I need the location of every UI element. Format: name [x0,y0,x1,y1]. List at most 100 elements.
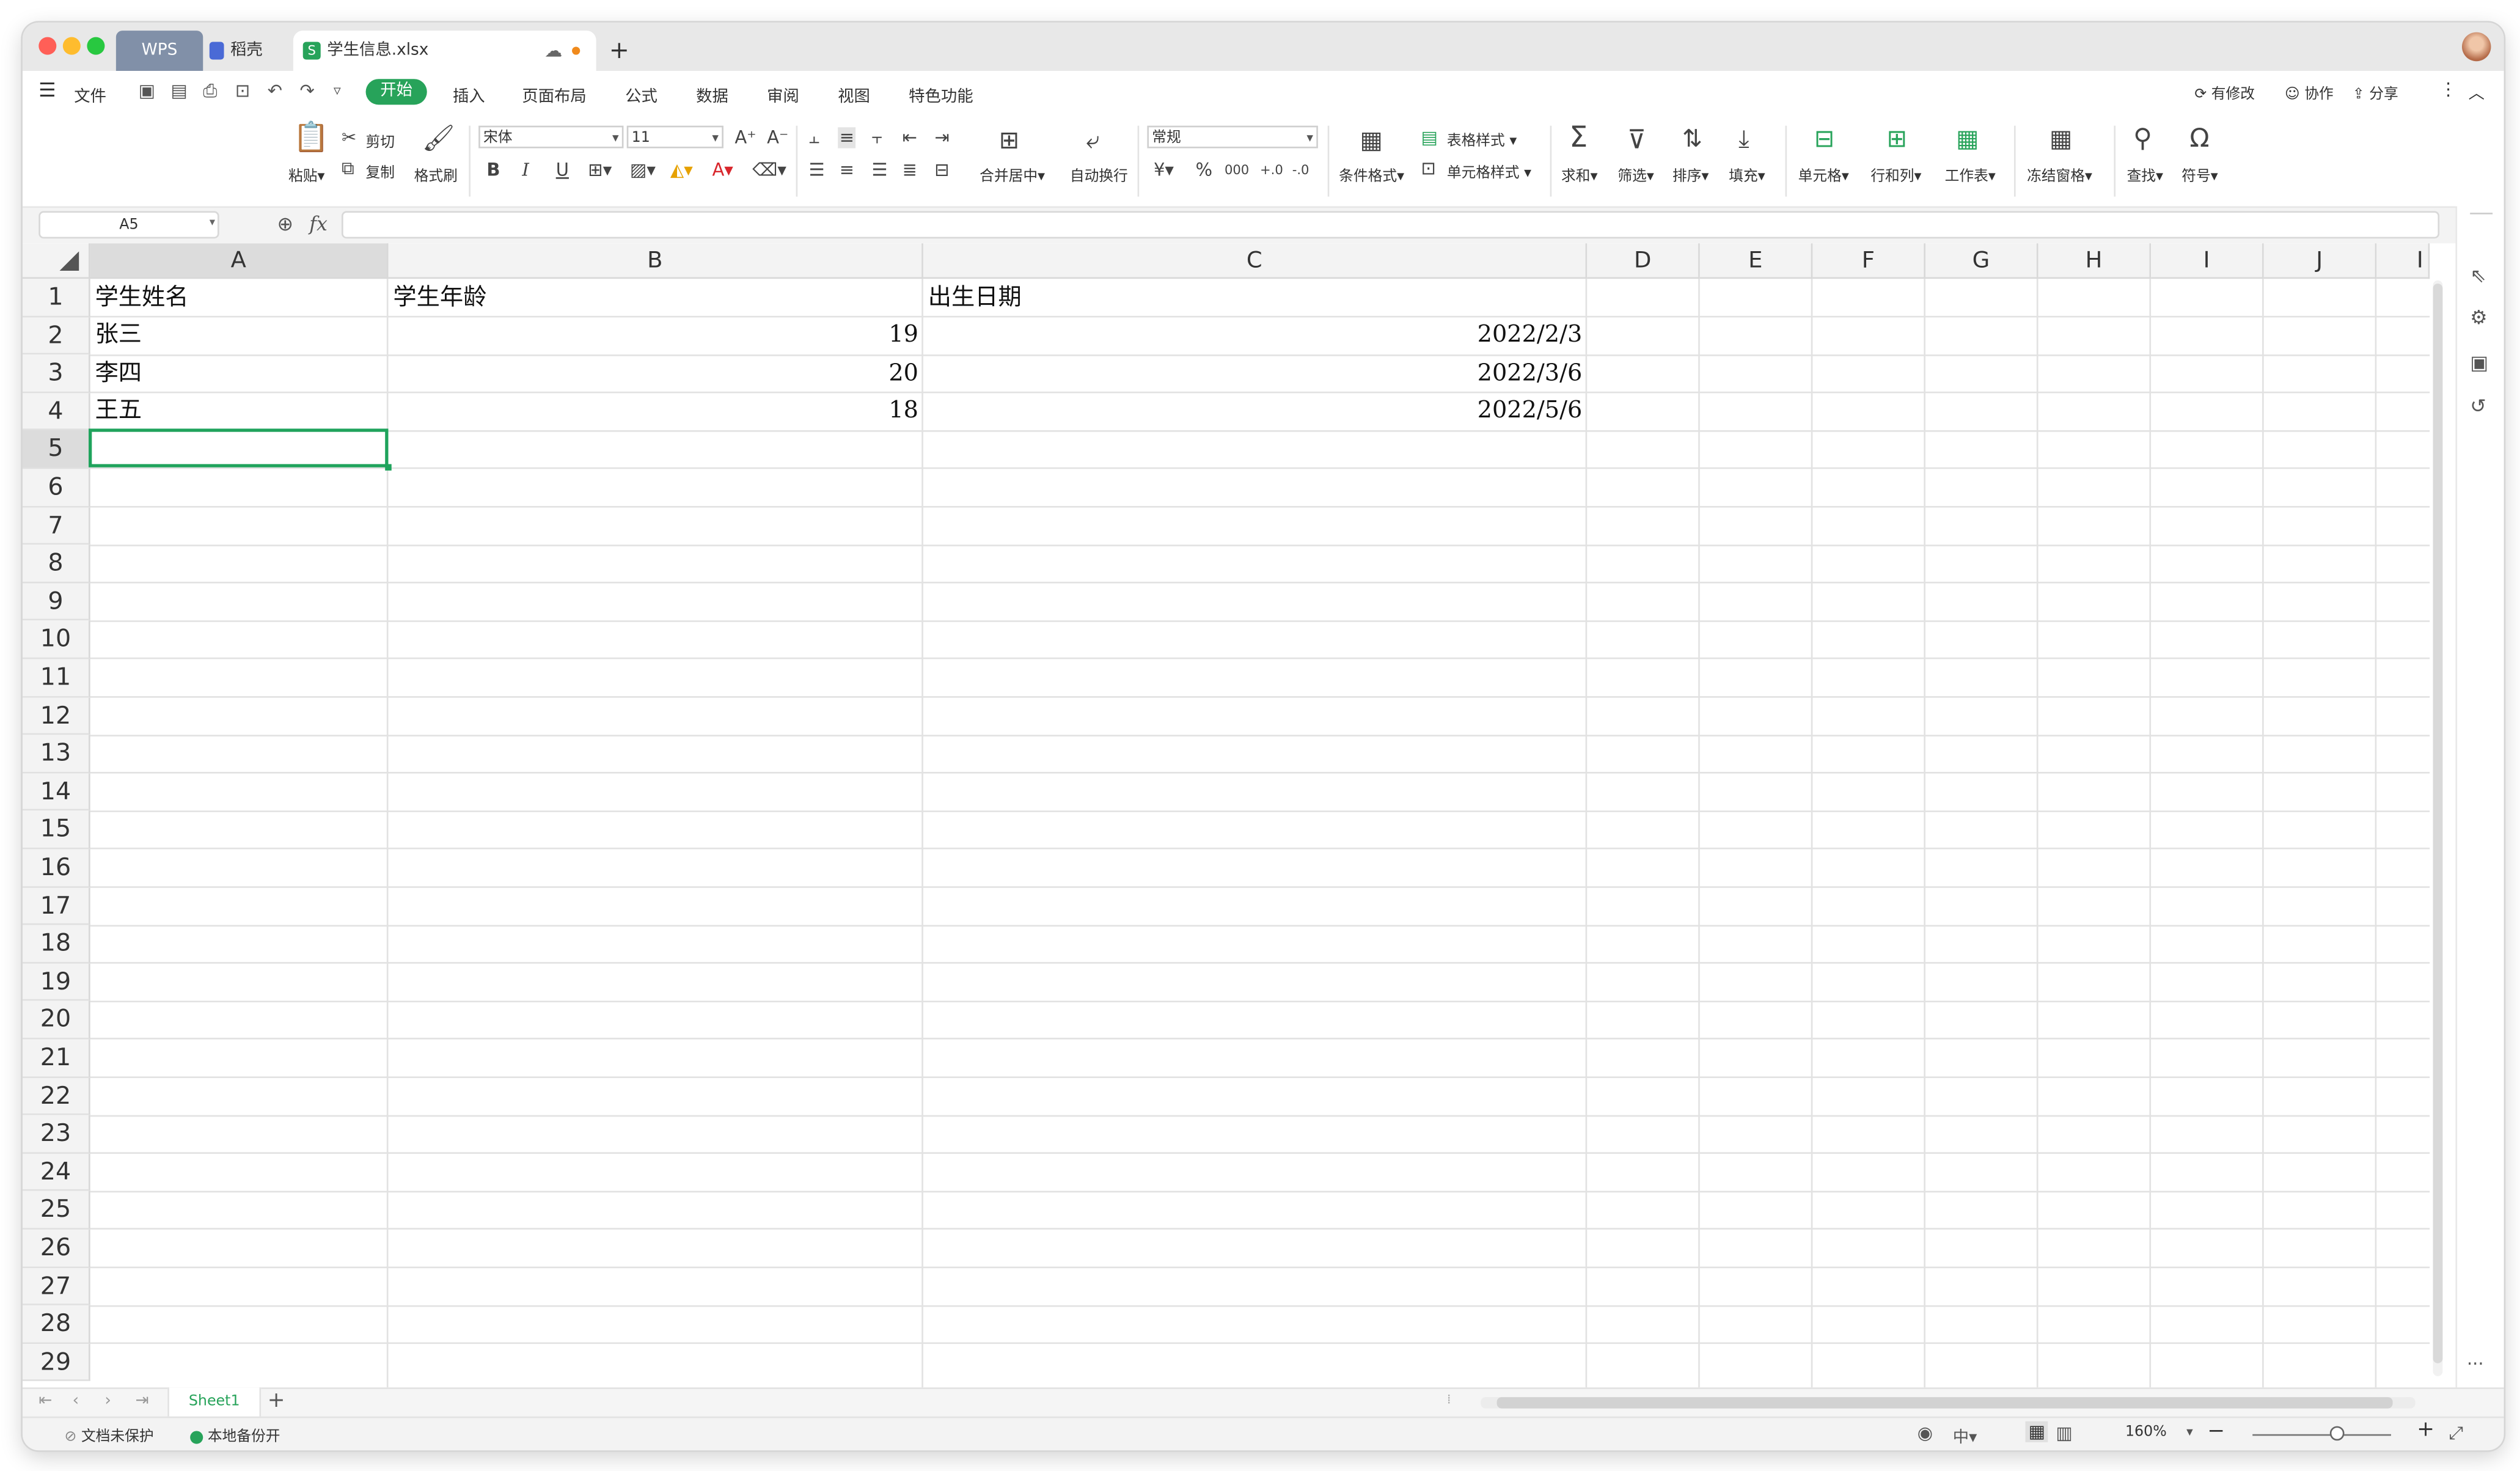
fullscreen-icon[interactable]: ⤢ [2449,1423,2463,1445]
row-header[interactable]: 13 [22,735,90,774]
column-header-j[interactable]: J [2263,243,2377,279]
row-header[interactable]: 7 [22,507,90,545]
column-header-next[interactable]: I [2376,243,2430,279]
increase-indent-icon[interactable]: ⇥ [934,129,949,147]
row-header[interactable]: 19 [22,963,90,1002]
underline-icon[interactable]: U [556,161,569,179]
vertical-scroll-thumb[interactable] [2433,284,2443,1363]
row-header[interactable]: 24 [22,1153,90,1192]
thousands-button[interactable]: 000 [1225,161,1249,179]
cell-c1[interactable]: 出生日期 [928,279,1581,317]
column-header-f[interactable]: F [1812,243,1925,279]
next-sheet-icon[interactable]: › [104,1392,111,1410]
find-button[interactable]: 查找▾ [2127,164,2163,185]
zoom-out-button[interactable]: − [2207,1420,2225,1444]
cell-style-button[interactable]: 单元格样式 ▾ [1447,161,1531,182]
symbol-button[interactable]: 符号▾ [2181,164,2218,185]
backup-status[interactable]: 本地备份开 [190,1425,280,1445]
name-box-dropdown-icon[interactable]: ▾ [210,216,215,229]
row-header[interactable]: 5 [22,431,90,469]
cell-a4[interactable]: 王五 [95,394,382,431]
freeze-panes-icon[interactable]: ▦ [2049,127,2072,152]
more-icon[interactable]: ⋮ [2439,79,2457,100]
export-pdf-icon[interactable]: ▤ [171,81,188,101]
add-sheet-button[interactable]: + [268,1389,285,1414]
collapse-ribbon-icon[interactable]: ︿ [2469,79,2485,103]
row-header[interactable]: 10 [22,621,90,659]
fill-button[interactable]: 填充▾ [1729,164,1765,185]
format-painter-icon[interactable]: 🖌 [422,125,455,150]
cell-c4[interactable]: 2022/5/6 [928,394,1583,431]
zoom-formula-icon[interactable]: ⊕ [277,213,294,235]
quick-access-dropdown-icon[interactable]: ▿ [334,84,341,100]
row-header[interactable]: 15 [22,811,90,849]
row-header[interactable]: 4 [22,392,90,431]
row-header[interactable]: 20 [22,1001,90,1040]
row-header[interactable]: 2 [22,317,90,355]
properties-icon[interactable]: ⚙ [2470,306,2487,329]
cells-button[interactable]: 单元格▾ [1798,164,1849,185]
font-size-select[interactable]: 11 [626,125,723,150]
cell-b4[interactable]: 18 [393,394,918,431]
menu-icon[interactable]: ☰ [38,79,56,101]
cell-b2[interactable]: 19 [393,317,918,354]
zoom-dropdown-icon[interactable]: ▾ [2186,1425,2193,1439]
align-right-icon[interactable]: ☰ [872,161,888,179]
clear-format-icon[interactable]: ⌫▾ [752,161,786,179]
sheet-tab-sheet1[interactable]: Sheet1 [167,1387,262,1417]
row-header[interactable]: 16 [22,849,90,887]
cell-a1[interactable]: 学生姓名 [95,279,382,317]
distributed-icon[interactable]: ⊟ [934,161,949,179]
rows-cols-button[interactable]: 行和列▾ [1870,164,1921,185]
sidebar-more-icon[interactable]: ··· [2467,1354,2484,1374]
fill-pattern-icon[interactable]: ▨▾ [630,161,656,179]
row-header[interactable]: 27 [22,1267,90,1306]
filter-button[interactable]: 筛选▾ [1617,164,1654,185]
row-header[interactable]: 25 [22,1191,90,1230]
row-header[interactable]: 23 [22,1115,90,1154]
align-top-icon[interactable]: ⫠ [809,129,820,147]
symbol-icon[interactable]: Ω [2189,125,2209,150]
tab-daoke[interactable]: 稻壳 [209,31,290,71]
print-icon[interactable]: ⎙ [203,81,217,103]
decrease-font-icon[interactable]: A⁻ [767,129,788,147]
name-box[interactable]: A5 [38,211,219,239]
paste-button[interactable]: 粘贴▾ [288,164,324,185]
page-view-icon[interactable]: ▥ [2056,1423,2073,1443]
wrap-text-button[interactable]: 自动换行 [1070,164,1128,185]
column-header-g[interactable]: G [1925,243,2038,279]
column-header-e[interactable]: E [1699,243,1813,279]
menu-file[interactable]: 文件 [74,82,106,106]
zoom-in-button[interactable]: + [2417,1418,2434,1442]
format-painter-button[interactable]: 格式刷 [414,164,458,185]
first-sheet-icon[interactable]: ⇤ [38,1392,52,1410]
cell-c2[interactable]: 2022/2/3 [928,317,1583,354]
align-bottom-icon[interactable]: ⫟ [872,129,883,147]
row-header[interactable]: 22 [22,1077,90,1116]
row-header[interactable]: 26 [22,1229,90,1268]
print-preview-icon[interactable]: ⊡ [235,81,250,101]
fill-handle[interactable] [385,464,392,471]
wrap-text-icon[interactable]: ⤶ [1086,128,1099,153]
collaborate-button[interactable]: ☺ 协作 [2285,82,2334,103]
bold-icon[interactable]: B [486,161,500,179]
row-header[interactable]: 21 [22,1039,90,1077]
row-header[interactable]: 1 [22,279,90,317]
cell-c3[interactable]: 2022/3/6 [928,356,1583,393]
normal-view-icon[interactable]: ▦ [2025,1421,2049,1442]
italic-icon[interactable]: I [522,161,529,179]
decrease-decimal-button[interactable]: -.0 [1292,161,1309,179]
avatar[interactable] [2462,32,2491,62]
zoom-slider-knob[interactable] [2329,1426,2345,1441]
last-sheet-icon[interactable]: ⇥ [135,1392,148,1410]
column-header-i[interactable]: I [2151,243,2264,279]
align-middle-icon[interactable]: ≡ [838,127,856,149]
font-color-icon[interactable]: A▾ [712,161,733,179]
minimize-window-icon[interactable] [62,37,81,55]
redo-icon[interactable]: ↷ [299,81,314,101]
row-header[interactable]: 14 [22,773,90,812]
conditional-format-button[interactable]: 条件格式▾ [1339,164,1404,185]
cell-a3[interactable]: 李四 [95,356,382,393]
fill-color-icon[interactable]: ◭▾ [670,161,693,179]
decrease-indent-icon[interactable]: ⇤ [903,129,917,147]
